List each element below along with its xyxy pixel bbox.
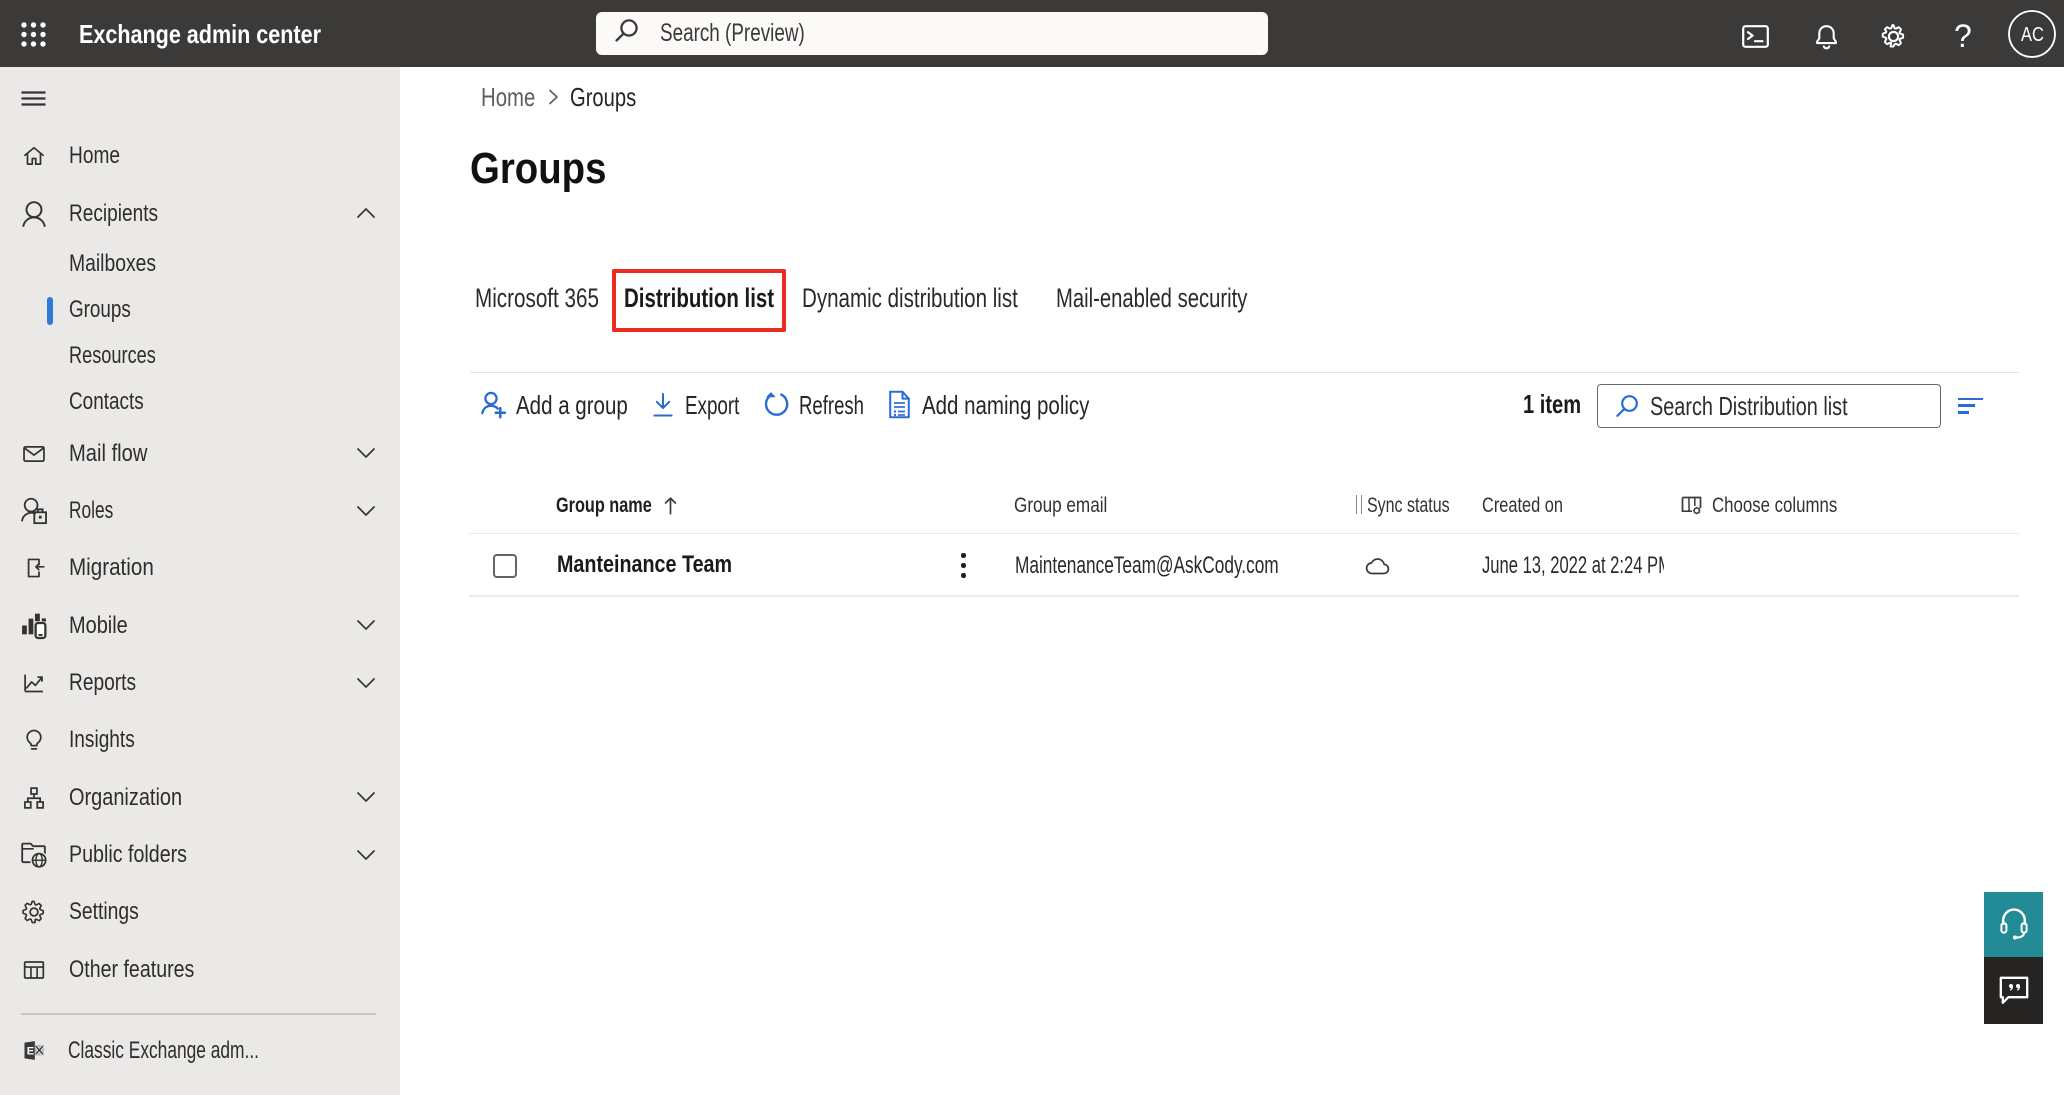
svg-text:E: E bbox=[27, 1045, 34, 1057]
